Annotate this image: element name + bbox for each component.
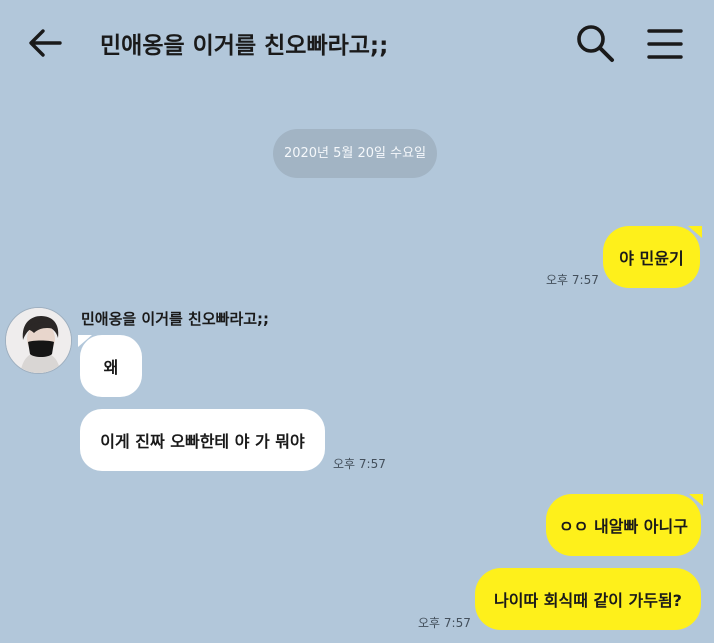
message-time: 오후 7:57: [418, 616, 471, 630]
my-message-bubble[interactable]: 나이따 회식때 같이 가두됨?: [475, 568, 701, 630]
search-icon[interactable]: [574, 22, 616, 64]
bubble-tail: [688, 226, 702, 238]
bubble-tail: [78, 335, 92, 347]
message-time: 오후 7:57: [333, 457, 386, 471]
profile-photo: [6, 308, 71, 373]
message-text: 이게 진짜 오빠한테 야 가 뭐야: [100, 432, 305, 451]
hamburger-menu-icon[interactable]: [646, 26, 684, 62]
message-text: 야 민윤기: [619, 249, 684, 268]
bubble-tail: [689, 494, 703, 506]
sender-name: 민애옹을 이거를 친오빠라고;;: [81, 310, 270, 328]
my-message-bubble[interactable]: 야 민윤기: [603, 226, 700, 288]
my-message-bubble[interactable]: ㅇㅇ 내알빠 아니구: [546, 494, 701, 556]
message-time: 오후 7:57: [546, 273, 599, 287]
arrow-left-icon[interactable]: [26, 24, 64, 62]
date-divider: 2020년 5월 20일 수요일: [273, 129, 437, 178]
other-message-bubble[interactable]: 이게 진짜 오빠한테 야 가 뭐야: [80, 409, 325, 471]
avatar[interactable]: [5, 307, 72, 374]
message-text: 왜: [103, 358, 119, 377]
message-text: 나이따 회식때 같이 가두됨?: [494, 591, 682, 610]
message-text: ㅇㅇ 내알빠 아니구: [559, 517, 688, 536]
chat-header: 민애옹을 이거를 친오빠라고;;: [0, 0, 714, 86]
chat-title: 민애옹을 이거를 친오빠라고;;: [100, 33, 389, 59]
